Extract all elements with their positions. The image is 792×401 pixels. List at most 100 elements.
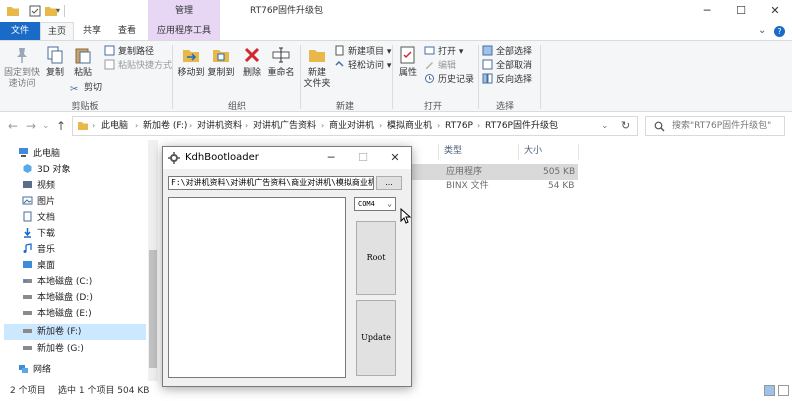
select-all-button[interactable]: 全部选择 xyxy=(482,45,532,59)
tab-app-tools[interactable]: 应用程序工具 xyxy=(148,22,220,40)
paste-shortcut-button[interactable]: 粘贴快捷方式 xyxy=(104,59,172,73)
select-all-label: 全部选择 xyxy=(496,47,533,57)
nav-item-documents[interactable]: 文档 xyxy=(22,210,55,226)
column-header-size[interactable]: 大小 xyxy=(524,144,542,158)
edit-button[interactable]: 编辑 xyxy=(424,59,456,73)
nav-item-drive-d[interactable]: 本地磁盘 (D:) xyxy=(22,290,93,306)
quick-access-dropdown-icon[interactable]: ▾ xyxy=(56,4,70,18)
dialog-close-button[interactable]: ✕ xyxy=(379,147,411,169)
breadcrumb-item[interactable]: 新加卷 (F:) xyxy=(143,117,187,135)
nav-item-drive-e[interactable]: 本地磁盘 (E:) xyxy=(22,306,92,322)
nav-item-this-pc[interactable]: 此电脑 xyxy=(18,146,60,162)
delete-x-icon xyxy=(244,47,260,63)
breadcrumb-item[interactable]: 对讲机资料 xyxy=(197,117,242,135)
minimize-button[interactable]: ─ xyxy=(690,0,724,22)
breadcrumb-item[interactable]: 此电脑 xyxy=(101,117,128,135)
tab-share[interactable]: 共享 xyxy=(76,22,108,40)
nav-item-label: 下载 xyxy=(37,229,56,239)
dialog-maximize-button[interactable]: ☐ xyxy=(347,147,379,169)
move-to-button[interactable]: 移动到 xyxy=(176,45,206,79)
easy-access-button[interactable]: 轻松访问 ▾ xyxy=(334,59,391,73)
update-button[interactable]: Update xyxy=(356,300,396,376)
history-button[interactable]: 历史记录 xyxy=(424,73,474,87)
browse-button[interactable]: ... xyxy=(376,176,402,190)
nav-item-label: 网络 xyxy=(33,365,52,375)
nav-item-downloads[interactable]: 下载 xyxy=(22,226,55,242)
address-dropdown-icon[interactable]: ⌄ xyxy=(601,117,609,135)
nav-item-drive-g[interactable]: 新加卷 (G:) xyxy=(22,341,84,357)
ribbon-collapse-icon[interactable]: ⌄ xyxy=(758,22,766,40)
drive-icon xyxy=(23,279,32,283)
help-icon[interactable]: ? xyxy=(774,26,785,37)
open-group-label: 打开 xyxy=(423,102,442,112)
pin-quick-access-button[interactable]: 固定到快 速访问 xyxy=(4,45,40,90)
scrollbar-thumb[interactable] xyxy=(149,250,157,368)
rename-button[interactable]: 重命名 xyxy=(266,45,296,79)
kdh-bootloader-dialog: KdhBootloader ─ ☐ ✕ F:\对讲机资料\对讲机广告资料\商业对… xyxy=(162,146,412,387)
nav-item-label: 本地磁盘 (D:) xyxy=(37,293,93,303)
log-output-area[interactable] xyxy=(168,197,346,378)
nav-item-desktop[interactable]: 桌面 xyxy=(22,258,55,274)
copy-path-button[interactable]: 复制路径 xyxy=(104,45,154,59)
up-button[interactable]: ↑ xyxy=(56,118,66,134)
breadcrumb-item[interactable]: RT76P xyxy=(445,117,473,135)
dialog-minimize-button[interactable]: ─ xyxy=(315,147,347,169)
copy-to-button[interactable]: 复制到 xyxy=(206,45,236,79)
recent-locations-button[interactable]: ⌄ xyxy=(42,118,50,134)
nav-item-drive-f[interactable]: 新加卷 (F:) xyxy=(4,324,146,340)
address-bar[interactable]: › 此电脑 › 新加卷 (F:) › 对讲机资料 › 对讲机广告资料 › 商业对… xyxy=(72,116,638,136)
downloads-icon xyxy=(24,228,31,238)
copy-label: 复制 xyxy=(45,68,64,78)
back-button[interactable]: ← xyxy=(8,118,18,134)
nav-item-3d-objects[interactable]: 3D 对象 xyxy=(22,162,71,178)
new-folder-button[interactable]: 新建 文件夹 xyxy=(302,45,332,90)
breadcrumb-item[interactable]: 对讲机广告资料 xyxy=(253,117,316,135)
nav-item-videos[interactable]: 视频 xyxy=(22,178,55,194)
file-type-cell: BINX 文件 xyxy=(446,181,489,191)
quick-access-separator xyxy=(64,5,65,17)
select-none-button[interactable]: 全部取消 xyxy=(482,59,532,73)
delete-button[interactable]: 删除 xyxy=(240,45,264,79)
com-port-select[interactable]: COM4 ⌄ xyxy=(354,197,396,211)
column-divider xyxy=(518,144,519,160)
details-view-button[interactable] xyxy=(764,385,775,396)
folder-icon xyxy=(78,122,88,130)
breadcrumb-item[interactable]: 模拟商业机 xyxy=(387,117,432,135)
breadcrumb-separator: › xyxy=(477,121,481,130)
search-input[interactable]: 搜索"RT76P固件升级包" xyxy=(645,116,785,136)
navigation-scrollbar[interactable] xyxy=(148,140,158,381)
properties-quick-icon[interactable] xyxy=(28,4,42,18)
nav-item-pictures[interactable]: 图片 xyxy=(22,194,55,210)
rename-label: 重命名 xyxy=(267,68,295,78)
copy-button[interactable]: 复制 xyxy=(42,45,68,79)
properties-label: 属性 xyxy=(398,68,417,78)
close-button[interactable]: ✕ xyxy=(758,0,792,22)
paste-button[interactable]: 粘贴 xyxy=(70,45,96,79)
firmware-path-field[interactable]: F:\对讲机资料\对讲机广告资料\商业对讲机\模拟商业机\ xyxy=(168,176,374,190)
nav-item-music[interactable]: 音乐 xyxy=(22,242,55,258)
new-item-button[interactable]: 新建项目 ▾ xyxy=(334,45,391,59)
tab-view[interactable]: 查看 xyxy=(110,22,144,40)
scissors-icon: ✂ xyxy=(70,84,79,95)
breadcrumb-item[interactable]: 商业对讲机 xyxy=(329,117,374,135)
refresh-icon[interactable]: ↻ xyxy=(621,117,630,135)
maximize-button[interactable]: ☐ xyxy=(724,0,758,22)
nav-item-label: 本地磁盘 (E:) xyxy=(37,309,92,319)
forward-button[interactable]: → xyxy=(26,118,36,134)
chevron-down-icon: ⌄ xyxy=(387,199,392,208)
tab-home[interactable]: 主页 xyxy=(40,22,74,40)
manage-context-tab[interactable]: 管理 xyxy=(148,0,220,22)
column-header-type[interactable]: 类型 xyxy=(444,144,462,158)
nav-item-label: 音乐 xyxy=(37,245,56,255)
root-button[interactable]: Root xyxy=(356,221,396,295)
nav-item-drive-c[interactable]: 本地磁盘 (C:) xyxy=(22,274,92,290)
open-button[interactable]: 打开 ▾ xyxy=(424,45,463,59)
large-icons-view-button[interactable] xyxy=(778,385,789,396)
properties-button[interactable]: 属性 xyxy=(396,45,420,79)
invert-selection-button[interactable]: 反向选择 xyxy=(482,73,532,87)
3d-objects-icon xyxy=(23,164,32,173)
nav-item-network[interactable]: 网络 xyxy=(18,362,51,378)
tab-file[interactable]: 文件 xyxy=(0,22,40,40)
breadcrumb-item[interactable]: RT76P固件升级包 xyxy=(485,117,558,135)
cut-button[interactable]: ✂ 剪切 xyxy=(70,81,102,95)
